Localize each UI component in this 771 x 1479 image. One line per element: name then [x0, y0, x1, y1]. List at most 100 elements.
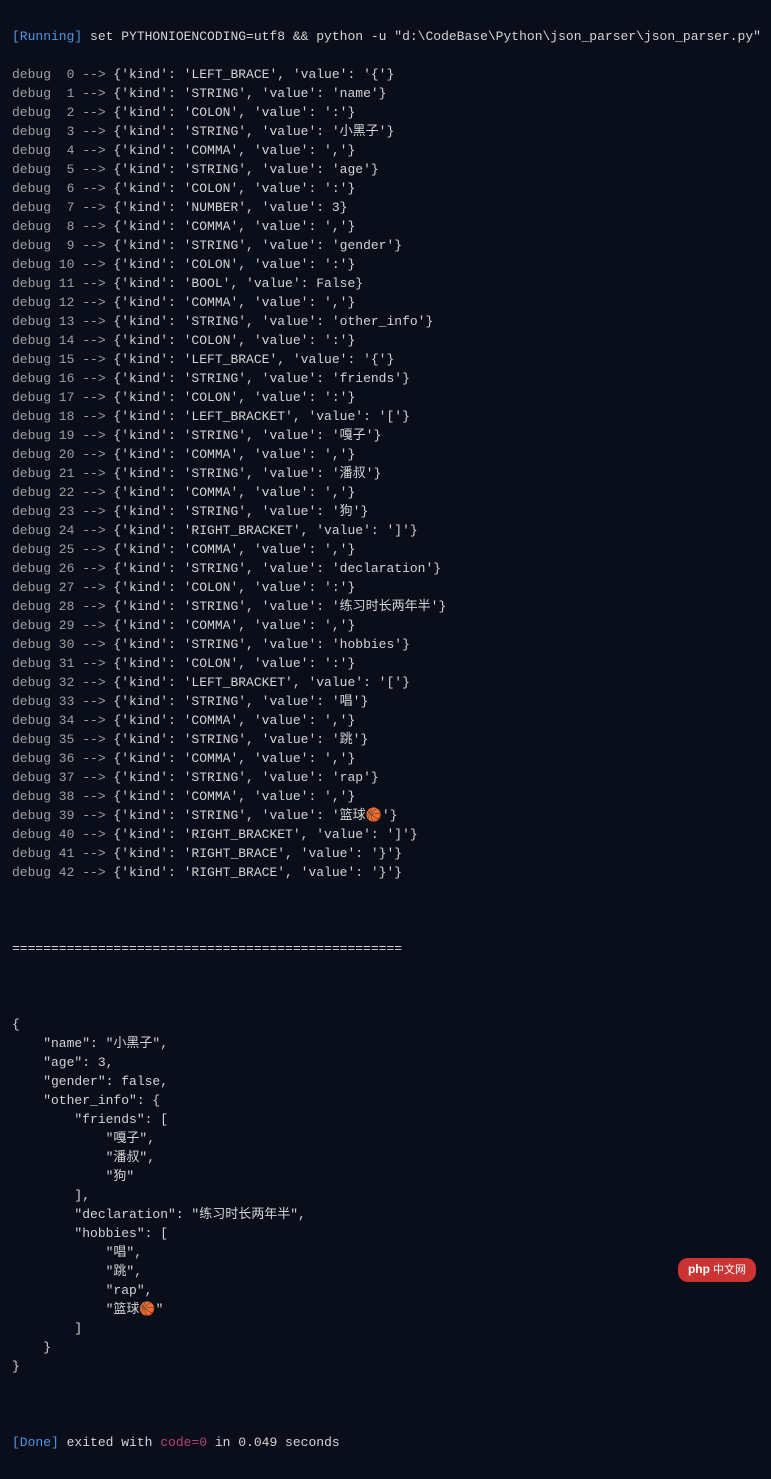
debug-prefix: debug 1 -->: [12, 86, 113, 101]
debug-line: debug 20 --> {'kind': 'COMMA', 'value': …: [12, 445, 759, 464]
json-output-block: { "name": "小黑子", "age": 3, "gender": fal…: [12, 1015, 759, 1376]
debug-prefix: debug 12 -->: [12, 295, 113, 310]
exit-code: code=0: [160, 1435, 207, 1450]
watermark-prefix: php: [688, 1262, 710, 1276]
debug-line: debug 17 --> {'kind': 'COLON', 'value': …: [12, 388, 759, 407]
debug-line: debug 12 --> {'kind': 'COMMA', 'value': …: [12, 293, 759, 312]
json-line: "hobbies": [: [12, 1224, 759, 1243]
debug-line: debug 34 --> {'kind': 'COMMA', 'value': …: [12, 711, 759, 730]
debug-prefix: debug 9 -->: [12, 238, 113, 253]
debug-prefix: debug 10 -->: [12, 257, 113, 272]
running-status: [Running]: [12, 29, 82, 44]
debug-prefix: debug 15 -->: [12, 352, 113, 367]
debug-prefix: debug 4 -->: [12, 143, 113, 158]
debug-content: {'kind': 'STRING', 'value': 'hobbies'}: [113, 637, 409, 652]
json-line: "friends": [: [12, 1110, 759, 1129]
debug-line: debug 2 --> {'kind': 'COLON', 'value': '…: [12, 103, 759, 122]
debug-line: debug 41 --> {'kind': 'RIGHT_BRACE', 'va…: [12, 844, 759, 863]
debug-content: {'kind': 'COMMA', 'value': ','}: [113, 219, 355, 234]
json-line: "嘎子",: [12, 1129, 759, 1148]
terminal-output[interactable]: [Running] set PYTHONIOENCODING=utf8 && p…: [12, 8, 759, 1471]
debug-line: debug 7 --> {'kind': 'NUMBER', 'value': …: [12, 198, 759, 217]
debug-prefix: debug 39 -->: [12, 808, 113, 823]
json-line: {: [12, 1015, 759, 1034]
debug-prefix: debug 18 -->: [12, 409, 113, 424]
debug-line: debug 5 --> {'kind': 'STRING', 'value': …: [12, 160, 759, 179]
debug-content: {'kind': 'STRING', 'value': 'friends'}: [113, 371, 409, 386]
debug-content: {'kind': 'RIGHT_BRACKET', 'value': ']'}: [113, 827, 417, 842]
debug-content: {'kind': 'RIGHT_BRACE', 'value': '}'}: [113, 865, 402, 880]
debug-content: {'kind': 'STRING', 'value': '跳'}: [113, 732, 368, 747]
debug-line: debug 3 --> {'kind': 'STRING', 'value': …: [12, 122, 759, 141]
done-status: [Done]: [12, 1435, 59, 1450]
debug-content: {'kind': 'COMMA', 'value': ','}: [113, 618, 355, 633]
debug-content: {'kind': 'STRING', 'value': '唱'}: [113, 694, 368, 709]
debug-line: debug 35 --> {'kind': 'STRING', 'value':…: [12, 730, 759, 749]
debug-prefix: debug 26 -->: [12, 561, 113, 576]
debug-prefix: debug 11 -->: [12, 276, 113, 291]
debug-line: debug 36 --> {'kind': 'COMMA', 'value': …: [12, 749, 759, 768]
debug-prefix: debug 38 -->: [12, 789, 113, 804]
debug-line: debug 23 --> {'kind': 'STRING', 'value':…: [12, 502, 759, 521]
exit-prefix: exited with: [59, 1435, 160, 1450]
debug-content: {'kind': 'STRING', 'value': 'gender'}: [113, 238, 402, 253]
debug-line: debug 32 --> {'kind': 'LEFT_BRACKET', 'v…: [12, 673, 759, 692]
debug-prefix: debug 13 -->: [12, 314, 113, 329]
debug-content: {'kind': 'COLON', 'value': ':'}: [113, 105, 355, 120]
debug-prefix: debug 42 -->: [12, 865, 113, 880]
debug-content: {'kind': 'COLON', 'value': ':'}: [113, 656, 355, 671]
debug-line: debug 19 --> {'kind': 'STRING', 'value':…: [12, 426, 759, 445]
debug-content: {'kind': 'COMMA', 'value': ','}: [113, 447, 355, 462]
debug-line: debug 13 --> {'kind': 'STRING', 'value':…: [12, 312, 759, 331]
debug-line: debug 28 --> {'kind': 'STRING', 'value':…: [12, 597, 759, 616]
debug-prefix: debug 37 -->: [12, 770, 113, 785]
debug-prefix: debug 24 -->: [12, 523, 113, 538]
debug-line: debug 16 --> {'kind': 'STRING', 'value':…: [12, 369, 759, 388]
debug-content: {'kind': 'COMMA', 'value': ','}: [113, 713, 355, 728]
debug-line: debug 6 --> {'kind': 'COLON', 'value': '…: [12, 179, 759, 198]
exit-suffix: in 0.049 seconds: [207, 1435, 340, 1450]
json-line: "name": "小黑子",: [12, 1034, 759, 1053]
debug-content: {'kind': 'STRING', 'value': 'age'}: [113, 162, 378, 177]
json-line: "唱",: [12, 1243, 759, 1262]
debug-content: {'kind': 'COMMA', 'value': ','}: [113, 542, 355, 557]
debug-output-block: debug 0 --> {'kind': 'LEFT_BRACE', 'valu…: [12, 65, 759, 882]
debug-prefix: debug 7 -->: [12, 200, 113, 215]
debug-prefix: debug 20 -->: [12, 447, 113, 462]
debug-content: {'kind': 'LEFT_BRACKET', 'value': '['}: [113, 675, 409, 690]
debug-content: {'kind': 'BOOL', 'value': False}: [113, 276, 363, 291]
json-line: }: [12, 1338, 759, 1357]
debug-prefix: debug 14 -->: [12, 333, 113, 348]
debug-prefix: debug 32 -->: [12, 675, 113, 690]
debug-prefix: debug 22 -->: [12, 485, 113, 500]
debug-content: {'kind': 'STRING', 'value': 'other_info'…: [113, 314, 433, 329]
debug-content: {'kind': 'STRING', 'value': '练习时长两年半'}: [113, 599, 446, 614]
debug-prefix: debug 33 -->: [12, 694, 113, 709]
debug-content: {'kind': 'COLON', 'value': ':'}: [113, 333, 355, 348]
debug-content: {'kind': 'RIGHT_BRACE', 'value': '}'}: [113, 846, 402, 861]
debug-line: debug 31 --> {'kind': 'COLON', 'value': …: [12, 654, 759, 673]
json-line: "age": 3,: [12, 1053, 759, 1072]
debug-content: {'kind': 'COMMA', 'value': ','}: [113, 751, 355, 766]
debug-line: debug 38 --> {'kind': 'COMMA', 'value': …: [12, 787, 759, 806]
debug-content: {'kind': 'COMMA', 'value': ','}: [113, 295, 355, 310]
debug-content: {'kind': 'COLON', 'value': ':'}: [113, 181, 355, 196]
debug-prefix: debug 23 -->: [12, 504, 113, 519]
blank-line-2: [12, 977, 759, 996]
debug-prefix: debug 34 -->: [12, 713, 113, 728]
debug-line: debug 22 --> {'kind': 'COMMA', 'value': …: [12, 483, 759, 502]
debug-content: {'kind': 'LEFT_BRACE', 'value': '{'}: [113, 352, 394, 367]
json-line: "狗": [12, 1167, 759, 1186]
debug-prefix: debug 36 -->: [12, 751, 113, 766]
debug-prefix: debug 21 -->: [12, 466, 113, 481]
json-line: "other_info": {: [12, 1091, 759, 1110]
json-line: ]: [12, 1319, 759, 1338]
debug-prefix: debug 0 -->: [12, 67, 113, 82]
json-line: "rap",: [12, 1281, 759, 1300]
blank-line-3: [12, 1395, 759, 1414]
debug-prefix: debug 8 -->: [12, 219, 113, 234]
debug-line: debug 37 --> {'kind': 'STRING', 'value':…: [12, 768, 759, 787]
debug-content: {'kind': 'COMMA', 'value': ','}: [113, 143, 355, 158]
debug-prefix: debug 35 -->: [12, 732, 113, 747]
debug-prefix: debug 5 -->: [12, 162, 113, 177]
